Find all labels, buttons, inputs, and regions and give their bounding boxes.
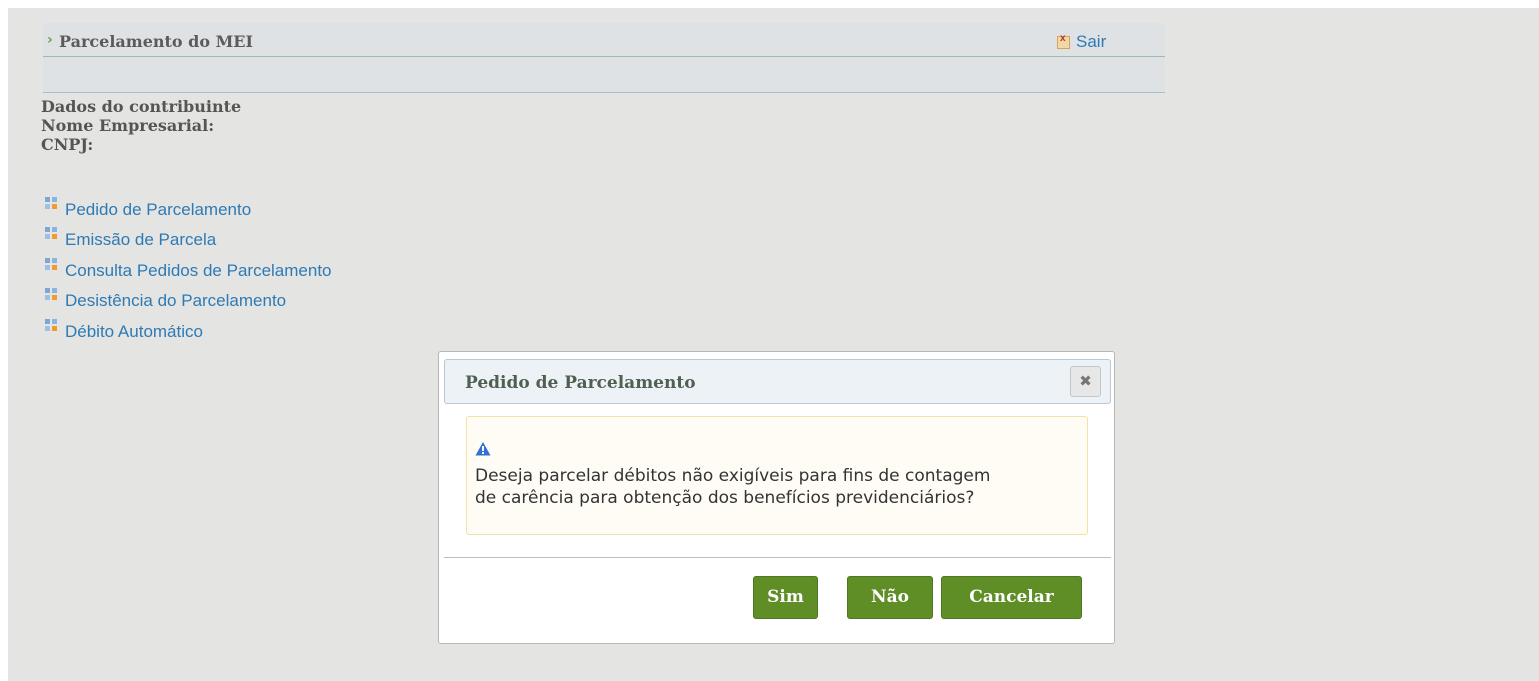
close-button[interactable]: ✖	[1070, 366, 1101, 397]
grid-icon	[45, 319, 58, 332]
grid-icon	[45, 288, 58, 301]
cancel-button[interactable]: Cancelar	[941, 576, 1082, 619]
chevron-right-icon: ›	[47, 32, 53, 48]
message-text: Deseja parcelar débitos não exigíveis pa…	[475, 465, 1085, 509]
exit-link[interactable]: Sair	[1057, 32, 1106, 52]
contributor-section-title: Dados do contribuinte	[41, 97, 242, 116]
close-icon: ✖	[1079, 372, 1092, 390]
dialog-titlebar: Pedido de Parcelamento ✖	[444, 359, 1111, 404]
subheader-bar	[43, 57, 1165, 93]
message-line: Deseja parcelar débitos não exigíveis pa…	[475, 466, 991, 486]
grid-icon	[45, 227, 58, 240]
grid-icon	[45, 197, 58, 210]
confirm-dialog: Pedido de Parcelamento ✖ Deseja parcelar…	[438, 351, 1115, 644]
cnpj-label: CNPJ:	[41, 135, 94, 154]
no-button[interactable]: Não	[847, 576, 933, 619]
exit-label: Sair	[1076, 32, 1107, 51]
header-bar: › Parcelamento do MEI Sair	[43, 23, 1165, 57]
dialog-divider	[444, 557, 1111, 558]
message-line: de carência para obtenção dos benefícios…	[475, 488, 975, 508]
business-name-label: Nome Empresarial:	[41, 116, 215, 135]
dialog-title: Pedido de Parcelamento	[465, 373, 696, 393]
page-background: › Parcelamento do MEI Sair Dados do cont…	[8, 8, 1539, 681]
page-title: Parcelamento do MEI	[59, 32, 253, 51]
yes-button[interactable]: Sim	[753, 576, 818, 619]
warning-icon	[475, 442, 491, 456]
grid-icon	[45, 258, 58, 271]
message-box: Deseja parcelar débitos não exigíveis pa…	[466, 416, 1088, 535]
exit-icon	[1057, 33, 1070, 49]
